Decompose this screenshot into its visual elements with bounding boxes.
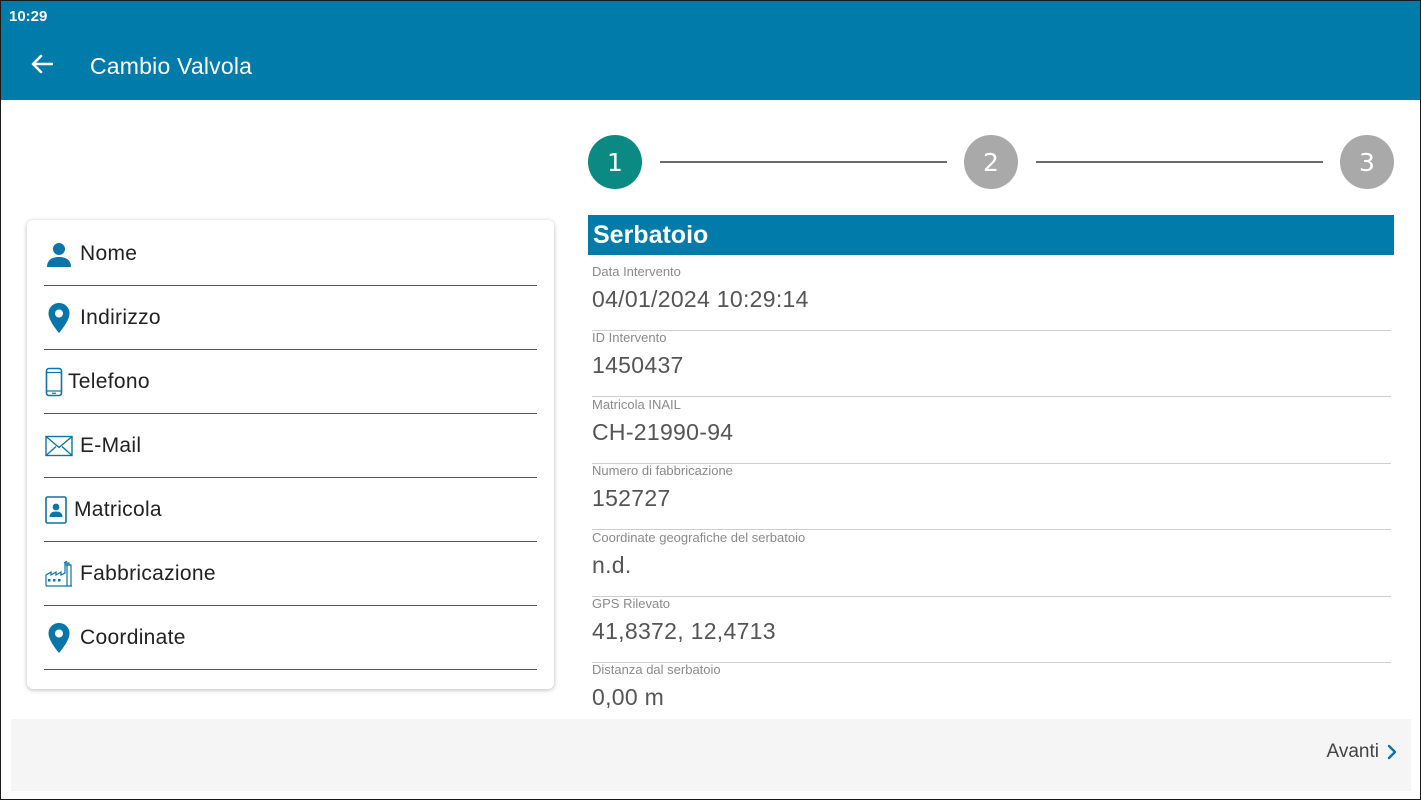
field-value[interactable]: 04/01/2024 10:29:14	[592, 286, 1391, 313]
footer-bar: Avanti	[11, 719, 1411, 791]
step-connector	[660, 161, 947, 163]
step-2[interactable]: 2	[964, 135, 1018, 189]
arrow-left-icon	[31, 54, 54, 79]
field-gps-rilevato: GPS Rilevato 41,8372, 12,4713	[592, 596, 1391, 663]
nav-item-matricola[interactable]: Matricola	[44, 478, 537, 542]
field-label: Numero di fabbricazione	[592, 463, 733, 478]
factory-icon	[44, 557, 74, 591]
field-value[interactable]: CH-21990-94	[592, 419, 1391, 446]
nav-item-telefono[interactable]: Telefono	[44, 350, 537, 414]
field-id-intervento: ID Intervento 1450437	[592, 330, 1391, 397]
location-pin-icon	[44, 621, 74, 655]
field-label: Matricola INAIL	[592, 397, 681, 412]
nav-item-coordinate[interactable]: Coordinate	[44, 606, 537, 670]
step-connector	[1036, 161, 1323, 163]
field-value[interactable]: 152727	[592, 485, 1391, 512]
app-title: Cambio Valvola	[90, 53, 253, 79]
field-label: Distanza dal serbatoio	[592, 662, 721, 677]
nav-item-label: E-Mail	[80, 433, 142, 457]
section-nav-card: Nome Indirizzo Telefono E-Mail Matricola…	[27, 220, 554, 689]
app-bar: 10:29 Cambio Valvola	[1, 1, 1420, 100]
field-matricola-inail: Matricola INAIL CH-21990-94	[592, 397, 1391, 464]
envelope-icon	[44, 429, 74, 463]
id-badge-icon	[44, 493, 68, 527]
field-label: ID Intervento	[592, 330, 667, 345]
field-numero-fabbricazione: Numero di fabbricazione 152727	[592, 463, 1391, 530]
nav-item-fabbricazione[interactable]: Fabbricazione	[44, 542, 537, 606]
field-label: Data Intervento	[592, 264, 681, 279]
back-button[interactable]	[23, 49, 61, 83]
nav-item-label: Nome	[80, 241, 138, 265]
step-1[interactable]: 1	[588, 135, 642, 189]
field-coordinate-serbatoio: Coordinate geografiche del serbatoio n.d…	[592, 530, 1391, 597]
nav-item-indirizzo[interactable]: Indirizzo	[44, 286, 537, 350]
nav-item-label: Coordinate	[80, 625, 186, 649]
field-label: Coordinate geografiche del serbatoio	[592, 530, 806, 545]
field-value[interactable]: n.d.	[592, 552, 1391, 579]
status-bar-time: 10:29	[9, 8, 48, 25]
field-value[interactable]: 1450437	[592, 352, 1391, 379]
section-title: Serbatoio	[588, 215, 1394, 255]
next-button-label: Avanti	[1326, 741, 1379, 762]
nav-item-label: Indirizzo	[80, 305, 161, 329]
nav-item-label: Matricola	[74, 497, 162, 521]
nav-item-email[interactable]: E-Mail	[44, 414, 537, 478]
person-icon	[44, 237, 74, 271]
phone-icon	[44, 365, 64, 399]
field-label: GPS Rilevato	[592, 596, 671, 611]
nav-item-nome[interactable]: Nome	[44, 222, 537, 286]
field-value[interactable]: 0,00 m	[592, 684, 1391, 711]
field-value[interactable]: 41,8372, 12,4713	[592, 618, 1391, 645]
location-pin-icon	[44, 301, 74, 335]
nav-item-label: Telefono	[68, 369, 150, 393]
step-3[interactable]: 3	[1340, 135, 1394, 189]
nav-item-label: Fabbricazione	[80, 561, 216, 585]
chevron-right-icon	[1387, 744, 1397, 760]
field-data-intervento: Data Intervento 04/01/2024 10:29:14	[592, 264, 1391, 331]
next-button[interactable]: Avanti	[1327, 741, 1397, 763]
